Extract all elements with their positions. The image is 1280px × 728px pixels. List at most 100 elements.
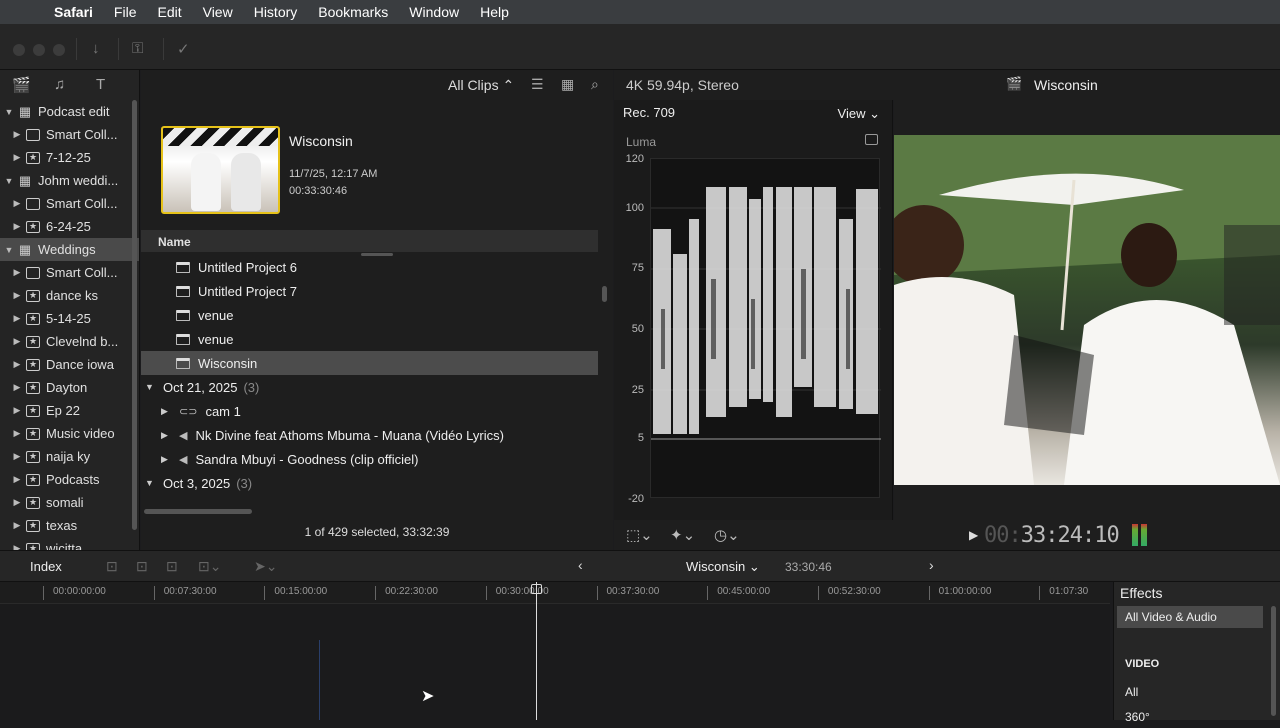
scope-settings-icon[interactable] — [865, 134, 878, 145]
menu-file[interactable]: File — [114, 4, 137, 20]
select-tool-icon[interactable]: ➤⌄ — [254, 558, 277, 575]
disclosure-closed-icon[interactable]: ▶ — [161, 430, 171, 441]
clip-row[interactable]: Untitled Project 7 — [141, 279, 598, 303]
disclosure-closed-icon[interactable]: ▶ — [12, 543, 22, 550]
clip-row[interactable]: ▶ ◀ Sandra Mbuyi - Goodness (clip officiel… — [141, 447, 598, 471]
disclosure-open-icon[interactable]: ▼ — [4, 245, 14, 255]
playhead-handle[interactable] — [531, 584, 542, 594]
disclosure-closed-icon[interactable]: ▶ — [12, 359, 22, 370]
disclosure-closed-icon[interactable]: ▶ — [12, 290, 22, 301]
menu-edit[interactable]: Edit — [157, 4, 181, 20]
effects-category[interactable]: All — [1117, 681, 1263, 703]
retime-icon[interactable]: ◷⌄ — [714, 526, 740, 544]
sidebar-scrollbar[interactable] — [132, 100, 137, 530]
menu-window[interactable]: Window — [409, 4, 459, 20]
date-group-row[interactable]: ▼ Oct 3, 2025 (3) — [141, 471, 598, 495]
video-frame[interactable] — [894, 135, 1280, 485]
disclosure-closed-icon[interactable]: ▶ — [12, 405, 22, 416]
sidebar-item[interactable]: ▼ ▦ Podcast edit — [0, 100, 139, 123]
close-window-button[interactable] — [13, 44, 25, 56]
menu-view[interactable]: View — [203, 4, 233, 20]
zoom-window-button[interactable] — [53, 44, 65, 56]
libraries-icon[interactable]: 🎬 — [12, 76, 31, 94]
search-icon[interactable]: ⌕ — [591, 76, 599, 93]
sidebar-item[interactable]: ▶ ★ Ep 22 — [0, 399, 139, 422]
clip-row[interactable]: Untitled Project 6 — [141, 255, 598, 279]
sidebar-item[interactable]: ▶ ★ texas — [0, 514, 139, 537]
sidebar-item[interactable]: ▼ ▦ Weddings — [0, 238, 139, 261]
effects-category[interactable]: 360° — [1117, 706, 1263, 728]
append-icon[interactable]: ⊡ — [166, 558, 178, 575]
list-scrollbar[interactable] — [602, 286, 607, 302]
disclosure-closed-icon[interactable]: ▶ — [12, 520, 22, 531]
sidebar-item[interactable]: ▶ ★ wicitta — [0, 537, 139, 550]
keyword-icon[interactable]: ⚿ — [132, 40, 143, 57]
connect-icon[interactable]: ⊡ — [106, 558, 118, 575]
sidebar-item[interactable]: ▶ ★ Clevelnd b... — [0, 330, 139, 353]
filmstrip-icon[interactable]: ▦ — [561, 76, 574, 93]
audio-meter-right[interactable] — [1141, 524, 1147, 546]
sidebar-item[interactable]: ▶ Smart Coll... — [0, 123, 139, 146]
column-header-name[interactable]: Name — [141, 230, 598, 252]
effects-category-all[interactable]: All Video & Audio — [1117, 606, 1263, 628]
sidebar-item[interactable]: ▶ ★ 6-24-25 — [0, 215, 139, 238]
disclosure-open-icon[interactable]: ▼ — [4, 176, 14, 186]
disclosure-closed-icon[interactable]: ▶ — [12, 313, 22, 324]
disclosure-closed-icon[interactable]: ▶ — [12, 336, 22, 347]
sidebar-item[interactable]: ▶ ★ 7-12-25 — [0, 146, 139, 169]
menu-bookmarks[interactable]: Bookmarks — [318, 4, 388, 20]
disclosure-closed-icon[interactable]: ▶ — [12, 451, 22, 462]
minimize-window-button[interactable] — [33, 44, 45, 56]
clip-row[interactable]: ▶ ⊂⊃ cam 1 — [141, 399, 598, 423]
menu-safari[interactable]: Safari — [54, 4, 93, 20]
forward-arrow-icon[interactable]: › — [929, 557, 934, 573]
sidebar-item[interactable]: ▶ ★ Dance iowa — [0, 353, 139, 376]
disclosure-closed-icon[interactable]: ▶ — [12, 428, 22, 439]
clip-row[interactable]: ▶ ◀ Nk Divine feat Athoms Mbuma - Muana (V… — [141, 423, 598, 447]
overwrite-icon[interactable]: ⊡⌄ — [198, 558, 221, 575]
disclosure-closed-icon[interactable]: ▶ — [12, 382, 22, 393]
index-button[interactable]: Index — [30, 559, 62, 574]
clip-row[interactable]: Wisconsin — [141, 351, 598, 375]
playhead[interactable] — [536, 582, 537, 720]
disclosure-closed-icon[interactable]: ▶ — [12, 474, 22, 485]
clip-thumbnail[interactable] — [161, 126, 280, 214]
disclosure-closed-icon[interactable]: ▶ — [12, 129, 22, 140]
import-icon[interactable]: ↓ — [92, 40, 100, 57]
disclosure-closed-icon[interactable]: ▶ — [161, 406, 171, 417]
menu-history[interactable]: History — [254, 4, 298, 20]
sidebar-item[interactable]: ▶ ★ naija ky — [0, 445, 139, 468]
sidebar-item[interactable]: ▶ ★ Podcasts — [0, 468, 139, 491]
sidebar-item[interactable]: ▶ ★ dance ks — [0, 284, 139, 307]
play-icon[interactable]: ▶ — [969, 528, 978, 542]
horizontal-scrollbar[interactable] — [144, 509, 252, 514]
sidebar-item[interactable]: ▶ ★ Dayton — [0, 376, 139, 399]
disclosure-closed-icon[interactable]: ▶ — [12, 267, 22, 278]
transform-icon[interactable]: ⬚⌄ — [626, 526, 653, 544]
back-arrow-icon[interactable]: ‹ — [578, 557, 583, 573]
scope-view-menu[interactable]: View ⌄ — [838, 106, 880, 122]
timeline-ruler[interactable]: 00:00:00:00 00:07:30:00 00:15:00:00 00:22:3… — [0, 582, 1110, 604]
sidebar-item[interactable]: ▶ Smart Coll... — [0, 192, 139, 215]
effects-scrollbar[interactable] — [1271, 606, 1276, 716]
sidebar-item[interactable]: ▶ ★ Music video — [0, 422, 139, 445]
audio-meter-left[interactable] — [1132, 524, 1138, 546]
clip-row[interactable]: venue — [141, 327, 598, 351]
clips-filter-popup[interactable]: All Clips ⌃ — [448, 77, 514, 94]
disclosure-open-icon[interactable]: ▼ — [4, 107, 14, 117]
background-tasks-icon[interactable]: ✓ — [177, 40, 190, 58]
timeline-area[interactable] — [0, 604, 1110, 720]
sidebar-item[interactable]: ▶ ★ 5-14-25 — [0, 307, 139, 330]
photos-audio-icon[interactable]: ♫ — [54, 76, 65, 93]
disclosure-open-icon[interactable]: ▼ — [145, 478, 155, 488]
disclosure-closed-icon[interactable]: ▶ — [12, 221, 22, 232]
sidebar-item[interactable]: ▶ ★ somali — [0, 491, 139, 514]
sidebar-item[interactable]: ▼ ▦ Johm weddi... — [0, 169, 139, 192]
disclosure-closed-icon[interactable]: ▶ — [12, 198, 22, 209]
clip-row[interactable]: venue — [141, 303, 598, 327]
list-view-icon[interactable]: ☰ — [531, 76, 544, 93]
disclosure-open-icon[interactable]: ▼ — [145, 382, 155, 392]
disclosure-closed-icon[interactable]: ▶ — [161, 454, 171, 465]
disclosure-closed-icon[interactable]: ▶ — [12, 152, 22, 163]
disclosure-closed-icon[interactable]: ▶ — [12, 497, 22, 508]
